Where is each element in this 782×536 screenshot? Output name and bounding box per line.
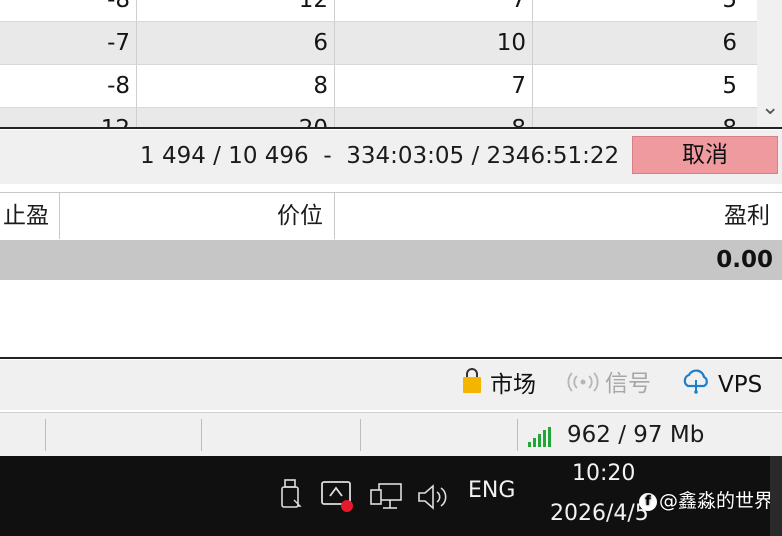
optimization-progress-bar: 1 494 / 10 496 - 334:03:05 / 2346:51:22 … <box>0 130 782 184</box>
chevron-down-icon[interactable]: ⌄ <box>761 96 779 120</box>
table-cell: 20 <box>137 108 335 128</box>
app-window: -8 12 7 5 -7 6 10 6 -8 8 7 5 -12 20 8 8 … <box>0 0 782 536</box>
trades-table-header: 止盈 价位 盈利 <box>0 192 782 240</box>
input-language-indicator[interactable]: ENG <box>468 478 515 503</box>
table-cell: 8 <box>335 108 533 128</box>
market-button[interactable]: 市场 <box>460 368 536 400</box>
table-cell: 5 <box>722 73 737 99</box>
status-separator <box>201 419 202 451</box>
signals-label: 信号 <box>605 371 651 397</box>
table-cell: 8 <box>137 65 335 107</box>
clock-time[interactable]: 10:20 <box>572 461 635 486</box>
column-header-profit[interactable]: 盈利 <box>335 193 782 239</box>
column-header-price[interactable]: 价位 <box>60 193 335 239</box>
cancel-button[interactable]: 取消 <box>632 136 778 174</box>
progress-status-text: 1 494 / 10 496 - 334:03:05 / 2346:51:22 <box>140 143 620 169</box>
optimization-results-table: -8 12 7 5 -7 6 10 6 -8 8 7 5 -12 20 8 8 <box>0 0 782 128</box>
windows-taskbar: ENG 10:20 2026/4/5 f @鑫淼的世界 <box>0 456 782 536</box>
table-row[interactable]: -8 8 7 5 <box>0 65 760 108</box>
trades-empty-area <box>0 280 782 358</box>
table-cell: 12 <box>137 0 335 21</box>
status-bar: 962 / 97 Mb <box>0 412 782 456</box>
signals-button[interactable]: 信号 <box>567 368 651 400</box>
table-row[interactable]: -12 20 8 8 <box>0 108 760 128</box>
show-desktop-button[interactable] <box>770 456 782 536</box>
cloud-icon <box>680 368 712 403</box>
connection-status-text[interactable]: 962 / 97 Mb <box>567 417 704 453</box>
status-separator <box>517 419 518 451</box>
total-profit-value: 0.00 <box>716 247 773 273</box>
clock-date[interactable]: 2026/4/5 <box>550 501 649 526</box>
table-cell: 6 <box>722 30 737 56</box>
volume-icon[interactable] <box>416 482 452 516</box>
trades-total-row: 0.00 <box>0 240 782 280</box>
market-label: 市场 <box>490 372 536 398</box>
table-cell: -8 <box>0 0 137 21</box>
table-cell: -8 <box>0 65 137 107</box>
table-cell: 5 <box>722 0 737 13</box>
table-cell: -7 <box>0 22 137 64</box>
broadcast-icon <box>567 369 599 401</box>
status-separator <box>45 419 46 451</box>
network-icon[interactable] <box>369 482 403 516</box>
shopping-bag-icon <box>460 368 484 403</box>
watermark-text: @鑫淼的世界 <box>659 490 774 512</box>
table-cell: 7 <box>335 0 533 21</box>
status-separator <box>360 419 361 451</box>
vps-button[interactable]: VPS <box>680 368 762 400</box>
connection-signal-icon <box>528 427 556 447</box>
bottom-toolbar: 市场 信号 VPS <box>0 360 782 410</box>
table-row[interactable]: -8 12 7 5 <box>0 0 760 22</box>
vps-label: VPS <box>718 372 763 398</box>
screen-record-icon[interactable] <box>320 478 356 518</box>
table-cell: 7 <box>335 65 533 107</box>
divider <box>0 357 782 359</box>
table-cell: -12 <box>0 108 137 128</box>
vertical-scrollbar[interactable]: ⌄ <box>757 0 782 128</box>
watermark: f @鑫淼的世界 <box>639 486 773 513</box>
table-cell: 10 <box>335 22 533 64</box>
divider <box>0 127 782 129</box>
table-cell: 8 <box>533 108 743 128</box>
column-header-take-profit[interactable]: 止盈 <box>0 193 60 239</box>
table-row[interactable]: -7 6 10 6 <box>0 22 760 65</box>
table-cell: 6 <box>137 22 335 64</box>
usb-icon[interactable] <box>278 478 304 516</box>
social-logo-icon: f <box>639 493 657 511</box>
